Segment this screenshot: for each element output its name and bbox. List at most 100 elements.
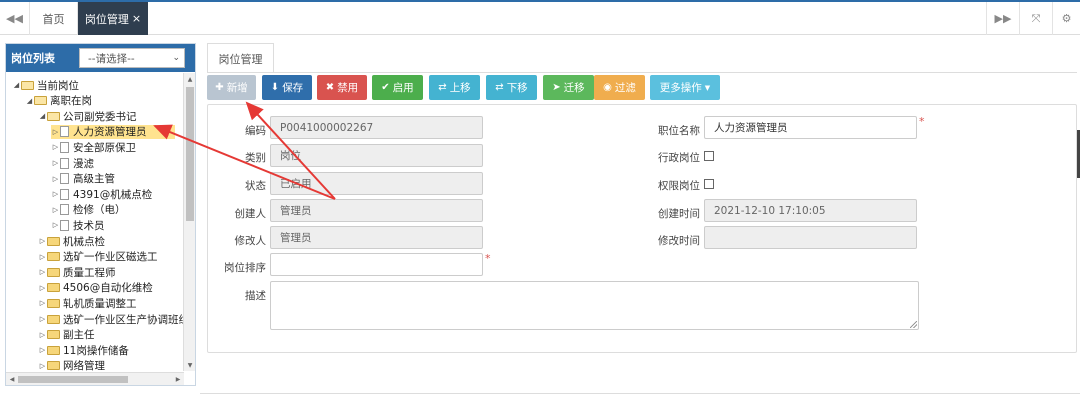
tab-divider bbox=[207, 72, 1077, 73]
filter-select-value: --请选择-- bbox=[88, 52, 135, 65]
collapsed-toggle-icon[interactable]: ▷ bbox=[38, 299, 47, 307]
tree-leaf[interactable]: ▷ 检修（电） bbox=[51, 203, 126, 217]
migrate-button[interactable]: ➤ 迁移 bbox=[543, 75, 594, 100]
tree-folder[interactable]: ▷ 4506@自动化维检 bbox=[38, 281, 153, 295]
tree-folder[interactable]: ▷ 副主任 bbox=[38, 328, 95, 342]
tree-node-label: 网络管理 bbox=[63, 360, 105, 371]
order-input[interactable] bbox=[270, 253, 483, 276]
scroll-up-icon[interactable]: ▲ bbox=[184, 73, 196, 85]
top-tab-bar: ◀◀ 首页 岗位管理 × ▶▶ ⤧ ⚙ bbox=[0, 0, 1080, 35]
expanded-toggle-icon[interactable]: ◢ bbox=[25, 97, 34, 105]
hscroll-thumb[interactable] bbox=[18, 376, 128, 383]
tree-leaf[interactable]: ▷ 漫滤 bbox=[51, 156, 94, 170]
collapsed-toggle-icon[interactable]: ▷ bbox=[51, 143, 60, 151]
scroll-down-icon[interactable]: ▼ bbox=[184, 359, 196, 371]
admin-post-checkbox[interactable] bbox=[704, 151, 714, 161]
move-down-button-label: 下移 bbox=[506, 82, 528, 94]
tab-position-management[interactable]: 岗位管理 × bbox=[78, 2, 148, 35]
tree-node-label: 高级主管 bbox=[73, 173, 115, 186]
creator-field: 管理员 bbox=[270, 199, 483, 222]
tab-home[interactable]: 首页 bbox=[30, 2, 78, 35]
tree-folder[interactable]: ◢ 当前岗位 bbox=[12, 78, 79, 92]
fullscreen-icon[interactable]: ⤧ bbox=[1019, 2, 1052, 35]
collapsed-toggle-icon[interactable]: ▷ bbox=[51, 206, 60, 214]
tree-leaf[interactable]: ▷ 技术员 bbox=[51, 218, 105, 232]
caret-down-icon: ▼ bbox=[704, 83, 711, 92]
enable-button-label: 启用 bbox=[392, 82, 414, 94]
collapsed-toggle-icon[interactable]: ▷ bbox=[51, 175, 60, 183]
tree-node-label: 轧机质量调整工 bbox=[63, 297, 137, 310]
tree-folder[interactable]: ▷ 机械点检 bbox=[38, 234, 105, 248]
send-icon: ➤ bbox=[552, 82, 561, 93]
perm-post-label: 权限岗位 bbox=[658, 180, 700, 192]
collapsed-toggle-icon[interactable]: ▷ bbox=[51, 221, 60, 229]
resize-grip-icon[interactable] bbox=[910, 321, 917, 328]
position-name-input[interactable]: 人力资源管理员 bbox=[704, 116, 917, 139]
double-chevron-right-icon[interactable]: ▶▶ bbox=[986, 2, 1019, 35]
move-down-button[interactable]: ⇄ 下移 bbox=[486, 75, 537, 100]
collapsed-toggle-icon[interactable]: ▷ bbox=[38, 331, 47, 339]
move-up-button[interactable]: ⇄ 上移 bbox=[429, 75, 480, 100]
description-textarea[interactable] bbox=[270, 281, 919, 330]
tree-folder[interactable]: ▷ 11岗操作储备 bbox=[38, 343, 129, 357]
double-chevron-left-icon[interactable]: ◀◀ bbox=[0, 2, 30, 35]
new-button[interactable]: ✚ 新增 bbox=[207, 75, 256, 100]
tree-vertical-scrollbar[interactable]: ▲ ▼ bbox=[183, 73, 195, 371]
tree-leaf[interactable]: ▷ 安全部原保卫 bbox=[51, 140, 136, 154]
collapsed-toggle-icon[interactable]: ▷ bbox=[38, 268, 47, 276]
folder-icon bbox=[47, 298, 60, 308]
collapsed-toggle-icon[interactable]: ▷ bbox=[38, 346, 47, 354]
plus-icon: ✚ bbox=[215, 82, 224, 93]
collapsed-toggle-icon[interactable]: ▷ bbox=[38, 362, 47, 370]
tree-node-label: 4506@自动化维检 bbox=[63, 282, 153, 295]
tree-folder[interactable]: ▷ 质量工程师 bbox=[38, 265, 116, 279]
filter-button[interactable]: ◉ 过滤 bbox=[594, 75, 645, 100]
tree-node-label: 漫滤 bbox=[73, 157, 94, 170]
category-field: 岗位 bbox=[270, 144, 483, 167]
collapsed-toggle-icon[interactable]: ▷ bbox=[51, 190, 60, 198]
collapsed-toggle-icon[interactable]: ▷ bbox=[38, 315, 47, 323]
more-actions-button[interactable]: 更多操作 ▼ bbox=[650, 75, 720, 100]
tree-leaf[interactable]: ▷ 4391@机械点检 bbox=[51, 187, 152, 201]
inner-tab-label: 岗位管理 bbox=[218, 52, 263, 66]
close-icon[interactable]: × bbox=[132, 12, 141, 25]
created-time-field: 2021-12-10 17:10:05 bbox=[704, 199, 917, 222]
collapsed-toggle-icon[interactable]: ▷ bbox=[38, 237, 47, 245]
folder-icon bbox=[47, 314, 60, 324]
tree-leaf[interactable]: ▷ 高级主管 bbox=[51, 172, 115, 186]
collapsed-toggle-icon[interactable]: ▷ bbox=[38, 284, 47, 292]
status-field: 已启用 bbox=[270, 172, 483, 195]
collapsed-toggle-icon[interactable]: ▷ bbox=[51, 128, 60, 136]
file-icon bbox=[60, 173, 69, 185]
scroll-right-icon[interactable]: ▶ bbox=[172, 373, 184, 385]
tree-folder[interactable]: ▷ 轧机质量调整工 bbox=[38, 296, 137, 310]
tree-horizontal-scrollbar[interactable]: ◀ ▶ bbox=[6, 372, 184, 385]
save-button[interactable]: ⬇ 保存 bbox=[262, 75, 312, 100]
scroll-thumb[interactable] bbox=[186, 87, 194, 221]
panel-header: 岗位列表 --请选择-- ⌄ bbox=[6, 44, 195, 72]
tree-folder[interactable]: ▷ 网络管理 bbox=[38, 359, 105, 371]
tree-node-label: 选矿一作业区生产协调班组 bbox=[63, 313, 184, 326]
required-mark: * bbox=[919, 115, 925, 128]
perm-post-checkbox[interactable] bbox=[704, 179, 714, 189]
tree-folder[interactable]: ▷ 选矿一作业区磁选工 bbox=[38, 250, 158, 264]
filter-select[interactable]: --请选择-- ⌄ bbox=[79, 48, 185, 68]
scroll-left-icon[interactable]: ◀ bbox=[6, 373, 18, 385]
enable-button[interactable]: ✔ 启用 bbox=[372, 75, 423, 100]
gear-icon[interactable]: ⚙ bbox=[1052, 2, 1080, 35]
tree-folder[interactable]: ▷ 选矿一作业区生产协调班组 bbox=[38, 312, 184, 326]
tree-folder[interactable]: ◢ 离职在岗 bbox=[25, 94, 92, 108]
disable-button[interactable]: ✖ 禁用 bbox=[317, 75, 367, 100]
position-form: 编码 P0041000002267 类别 岗位 状态 已启用 创建人 管理员 修… bbox=[207, 104, 1077, 353]
tab-position-management-inner[interactable]: 岗位管理 bbox=[207, 43, 274, 73]
code-field: P0041000002267 bbox=[270, 116, 483, 139]
tree-node-label: 副主任 bbox=[63, 329, 95, 342]
collapsed-toggle-icon[interactable]: ▷ bbox=[38, 253, 47, 261]
tree-leaf[interactable]: ▷ 人力资源管理员 bbox=[51, 124, 175, 139]
expanded-toggle-icon[interactable]: ◢ bbox=[12, 81, 21, 89]
tree-folder[interactable]: ◢ 公司副党委书记 bbox=[38, 109, 137, 123]
chevron-down-icon: ⌄ bbox=[172, 53, 180, 63]
collapsed-toggle-icon[interactable]: ▷ bbox=[51, 159, 60, 167]
expanded-toggle-icon[interactable]: ◢ bbox=[38, 112, 47, 120]
more-actions-label: 更多操作 bbox=[659, 82, 702, 94]
